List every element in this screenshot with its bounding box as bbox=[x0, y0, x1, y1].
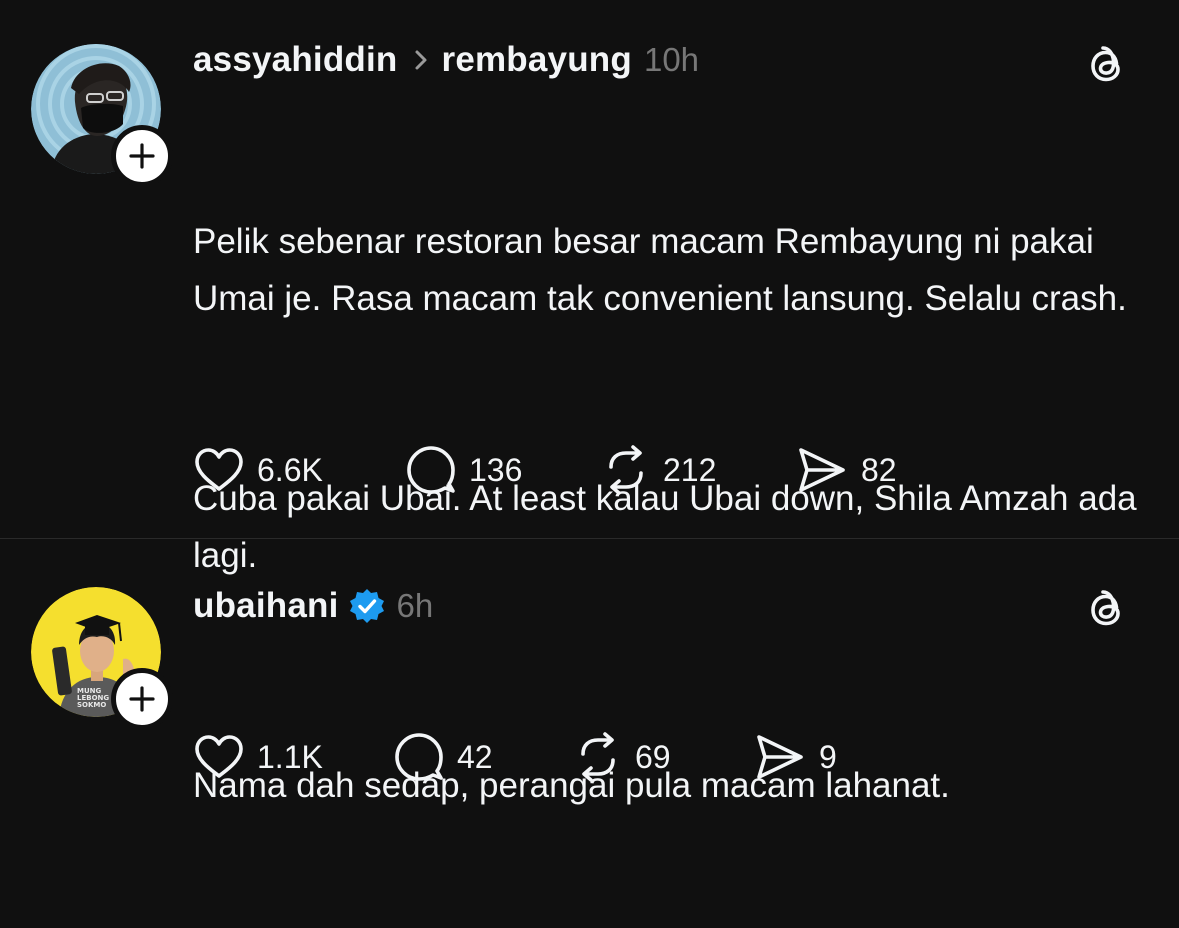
comment-count: 42 bbox=[457, 738, 493, 775]
heart-icon bbox=[195, 735, 243, 778]
send-icon bbox=[757, 735, 803, 779]
comment-button[interactable]: 136 bbox=[405, 443, 522, 497]
thread-post: assyahiddin rembayung 10h Pelik sebenar … bbox=[0, 0, 1179, 575]
like-count: 6.6K bbox=[257, 451, 323, 488]
repost-count: 212 bbox=[663, 451, 717, 488]
chevron-right-icon bbox=[414, 49, 428, 71]
avatar-container: MUNG LEBONG SOKMO bbox=[31, 587, 173, 730]
repost-count: 69 bbox=[635, 738, 671, 775]
comment-count: 136 bbox=[469, 451, 523, 488]
like-count: 1.1K bbox=[257, 738, 323, 775]
repost-button[interactable]: 69 bbox=[573, 730, 671, 784]
comment-icon bbox=[395, 733, 443, 781]
threads-logo-icon[interactable] bbox=[1083, 43, 1129, 89]
share-button[interactable]: 82 bbox=[795, 443, 897, 497]
share-count: 9 bbox=[819, 738, 837, 775]
send-icon bbox=[799, 448, 845, 492]
username[interactable]: assyahiddin bbox=[193, 40, 398, 80]
threads-logo-icon[interactable] bbox=[1083, 587, 1129, 633]
plus-icon bbox=[129, 143, 155, 169]
verified-badge-icon bbox=[349, 588, 385, 624]
post-header: ubaihani 6h bbox=[193, 586, 433, 626]
action-bar: 1.1K 42 69 9 bbox=[193, 730, 1093, 784]
repost-icon bbox=[581, 732, 615, 782]
post-paragraph: Pelik sebenar restoran besar macam Remba… bbox=[193, 222, 1127, 318]
follow-button[interactable] bbox=[111, 668, 173, 730]
action-bar: 6.6K 136 212 82 bbox=[193, 443, 1093, 497]
thread-post: MUNG LEBONG SOKMO ubaihani 6h Nama dah s… bbox=[0, 539, 1179, 825]
svg-text:SOKMO: SOKMO bbox=[77, 701, 106, 709]
post-time: 6h bbox=[396, 587, 434, 624]
repost-button[interactable]: 212 bbox=[601, 443, 716, 497]
comment-button[interactable]: 42 bbox=[393, 730, 493, 784]
post-body: Nama dah sedap, perangai pula macam laha… bbox=[193, 643, 1153, 928]
heart-icon bbox=[195, 448, 243, 491]
plus-icon bbox=[129, 686, 155, 712]
post-time: 10h bbox=[643, 41, 700, 78]
username[interactable]: ubaihani bbox=[193, 586, 339, 626]
post-header: assyahiddin rembayung 10h bbox=[193, 40, 699, 80]
share-button[interactable]: 9 bbox=[753, 730, 837, 784]
like-button[interactable]: 6.6K bbox=[193, 443, 323, 497]
repost-icon bbox=[609, 445, 643, 495]
reply-to-username[interactable]: rembayung bbox=[442, 40, 632, 80]
avatar-container bbox=[31, 44, 173, 187]
comment-icon bbox=[407, 446, 455, 494]
share-count: 82 bbox=[861, 451, 897, 488]
like-button[interactable]: 1.1K bbox=[193, 730, 323, 784]
follow-button[interactable] bbox=[111, 125, 173, 187]
